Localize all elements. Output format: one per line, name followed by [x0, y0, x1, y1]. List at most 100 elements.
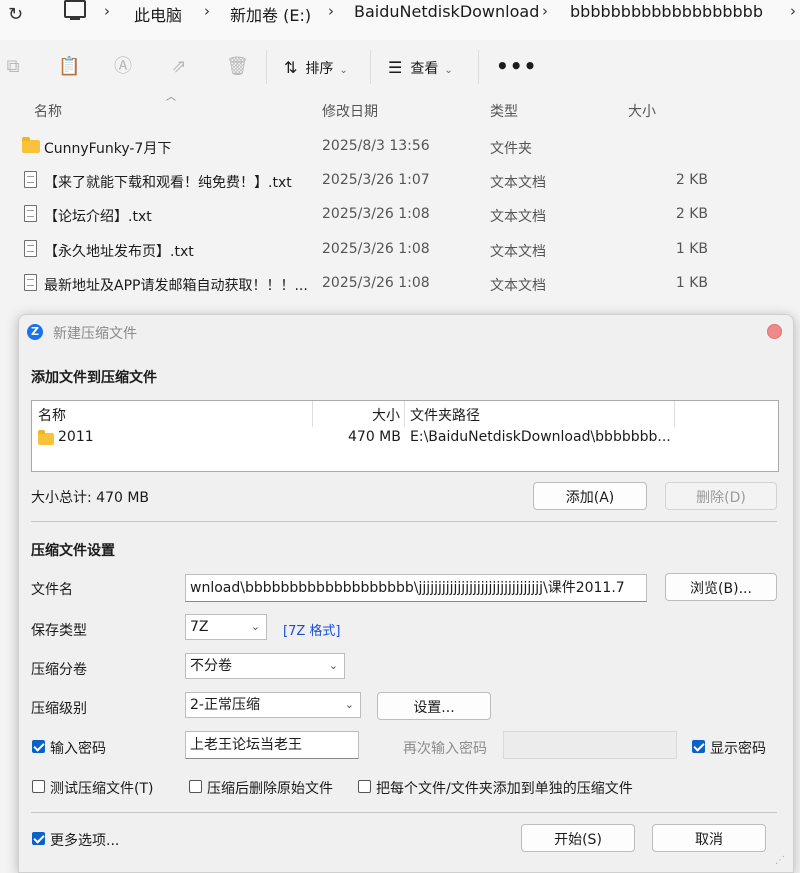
- file-date: 2025/3/26 1:08: [322, 275, 430, 291]
- test-archive-checkbox[interactable]: [32, 780, 45, 793]
- resize-grip-icon[interactable]: ⋰: [775, 855, 785, 866]
- confirm-password-input[interactable]: [503, 731, 677, 759]
- delete-button[interactable]: 删除(D): [665, 482, 777, 510]
- chevron-down-icon: ⌄: [344, 698, 354, 711]
- table-header-size[interactable]: 大小: [372, 405, 400, 425]
- share-icon[interactable]: ⇗: [170, 58, 188, 76]
- new-archive-dialog: Z 新建压缩文件 添加文件到压缩文件 名称 大小 文件夹路径 2011 470 …: [18, 314, 794, 873]
- chevron-right-icon: ›: [790, 2, 796, 20]
- chevron-right-icon: ›: [328, 2, 334, 20]
- view-label: 查看: [410, 61, 439, 77]
- separate-archive-checkbox[interactable]: [358, 780, 371, 793]
- chevron-right-icon: ›: [104, 2, 110, 20]
- text-file-icon: [24, 274, 37, 291]
- file-row[interactable]: 【论坛介绍】.txt 2025/3/26 1:08 文本文档 2 KB: [0, 198, 800, 232]
- filename-input[interactable]: wnload\bbbbbbbbbbbbbbbbbbb\jjjjjjjjjjjjj…: [185, 574, 647, 602]
- copy-icon[interactable]: ⧉: [4, 58, 22, 76]
- file-name: 【论坛介绍】.txt: [44, 209, 152, 225]
- chevron-down-icon: ⌄: [328, 659, 338, 672]
- table-row-path: E:\BaiduNetdiskDownload\bbbbbbb...: [410, 429, 671, 445]
- sort-button[interactable]: ⇅ 排序 ⌄: [284, 58, 348, 78]
- paste-icon[interactable]: 📋: [58, 58, 80, 76]
- column-divider: [674, 401, 675, 427]
- level-value: 2-正常压缩: [190, 697, 260, 713]
- delete-after-checkbox[interactable]: [189, 780, 202, 793]
- breadcrumb-drive[interactable]: 新加卷 (E:): [230, 2, 311, 26]
- file-size: 1 KB: [675, 275, 708, 291]
- file-table: 名称 大小 文件夹路径 2011 470 MB E:\BaiduNetdiskD…: [31, 400, 779, 472]
- chevron-right-icon: ›: [204, 2, 210, 20]
- table-header-path[interactable]: 文件夹路径: [410, 405, 480, 425]
- save-type-label: 保存类型: [31, 623, 87, 639]
- more-options-checkbox[interactable]: [32, 832, 45, 845]
- text-file-icon: [24, 171, 37, 188]
- column-header-type[interactable]: 类型: [490, 101, 518, 121]
- split-select[interactable]: 不分卷 ⌄: [185, 653, 345, 679]
- delete-icon[interactable]: 🗑: [226, 58, 249, 76]
- divider: [31, 812, 777, 813]
- address-bar: ↻ › 此电脑 › 新加卷 (E:) › BaiduNetdiskDownloa…: [0, 0, 800, 40]
- file-type: 文件夹: [490, 141, 532, 157]
- file-row[interactable]: 【来了就能下载和观看！纯免费！】.txt 2025/3/26 1:07 文本文档…: [0, 164, 800, 198]
- add-button[interactable]: 添加(A): [533, 482, 647, 510]
- browse-button[interactable]: 浏览(B)...: [665, 573, 777, 601]
- table-row-size: 470 MB: [348, 429, 401, 445]
- show-password-label: 显示密码: [710, 741, 766, 757]
- view-button[interactable]: ☰ 查看 ⌄: [388, 58, 453, 78]
- format-link[interactable]: [7Z 格式]: [283, 620, 340, 639]
- show-password-checkbox[interactable]: [692, 740, 705, 753]
- chevron-right-icon: ›: [542, 2, 548, 20]
- column-header-size[interactable]: 大小: [628, 101, 656, 121]
- file-date: 2025/8/3 13:56: [322, 138, 430, 154]
- refresh-icon[interactable]: ↻: [8, 4, 23, 25]
- file-date: 2025/3/26 1:08: [322, 206, 430, 222]
- text-file-icon: [24, 205, 37, 222]
- save-type-select[interactable]: 7Z ⌄: [185, 614, 267, 640]
- password-input[interactable]: 上老王论坛当老王: [185, 731, 359, 759]
- sort-ascending-icon: ︿: [166, 92, 176, 103]
- breadcrumb-baidu-folder[interactable]: BaiduNetdiskDownload: [354, 2, 539, 21]
- toolbar: ⧉ 📋 Ⓐ ⇗ 🗑 ⇅ 排序 ⌄ ☰ 查看 ⌄ •••: [0, 40, 800, 95]
- more-options-label: 更多选项...: [50, 833, 120, 849]
- file-row[interactable]: 【永久地址发布页】.txt 2025/3/26 1:08 文本文档 1 KB: [0, 233, 800, 267]
- table-header-name[interactable]: 名称: [38, 405, 66, 425]
- settings-section-title: 压缩文件设置: [31, 543, 115, 559]
- file-row[interactable]: CunnyFunky-7月下 2025/8/3 13:56 文件夹: [0, 130, 800, 164]
- column-header-name[interactable]: 名称: [34, 101, 62, 121]
- rename-icon[interactable]: Ⓐ: [114, 58, 132, 76]
- level-select[interactable]: 2-正常压缩 ⌄: [185, 692, 361, 718]
- chevron-down-icon: ⌄: [339, 65, 348, 76]
- folder-icon: [38, 430, 54, 445]
- password-checkbox[interactable]: [32, 740, 45, 753]
- text-file-icon: [24, 240, 37, 257]
- cancel-button[interactable]: 取消: [652, 824, 766, 852]
- table-row-name[interactable]: 2011: [58, 429, 94, 445]
- file-name: 最新地址及APP请发邮箱自动获取！！！...: [44, 278, 308, 294]
- sort-label: 排序: [305, 61, 334, 77]
- more-options-icon[interactable]: •••: [496, 54, 537, 78]
- divider: [31, 521, 777, 522]
- close-icon[interactable]: [767, 324, 782, 339]
- column-divider: [312, 401, 313, 427]
- sort-icon: ⇅: [284, 58, 298, 77]
- file-list: ︿ 名称 修改日期 类型 大小 CunnyFunky-7月下 2025/8/3 …: [0, 92, 800, 324]
- view-icon: ☰: [388, 58, 403, 77]
- start-button[interactable]: 开始(S): [521, 824, 635, 852]
- chevron-down-icon: ⌄: [444, 65, 453, 76]
- breadcrumb-current-folder[interactable]: bbbbbbbbbbbbbbbbbbb: [570, 2, 763, 21]
- delete-after-label: 压缩后删除原始文件: [207, 781, 333, 797]
- breadcrumb-this-pc[interactable]: 此电脑: [134, 2, 182, 26]
- column-header-date[interactable]: 修改日期: [322, 101, 378, 121]
- folder-icon: [22, 137, 40, 153]
- filename-label: 文件名: [31, 582, 73, 598]
- dialog-title: 新建压缩文件: [53, 326, 137, 342]
- toolbar-divider: [266, 50, 267, 84]
- file-type: 文本文档: [490, 175, 546, 191]
- settings-button[interactable]: 设置...: [377, 692, 491, 720]
- file-row[interactable]: 最新地址及APP请发邮箱自动获取！！！... 2025/3/26 1:08 文本…: [0, 267, 800, 301]
- computer-icon[interactable]: [64, 0, 86, 20]
- file-size: 1 KB: [675, 241, 708, 257]
- file-date: 2025/3/26 1:07: [322, 172, 430, 188]
- file-size: 2 KB: [675, 172, 708, 188]
- save-type-value: 7Z: [190, 619, 209, 635]
